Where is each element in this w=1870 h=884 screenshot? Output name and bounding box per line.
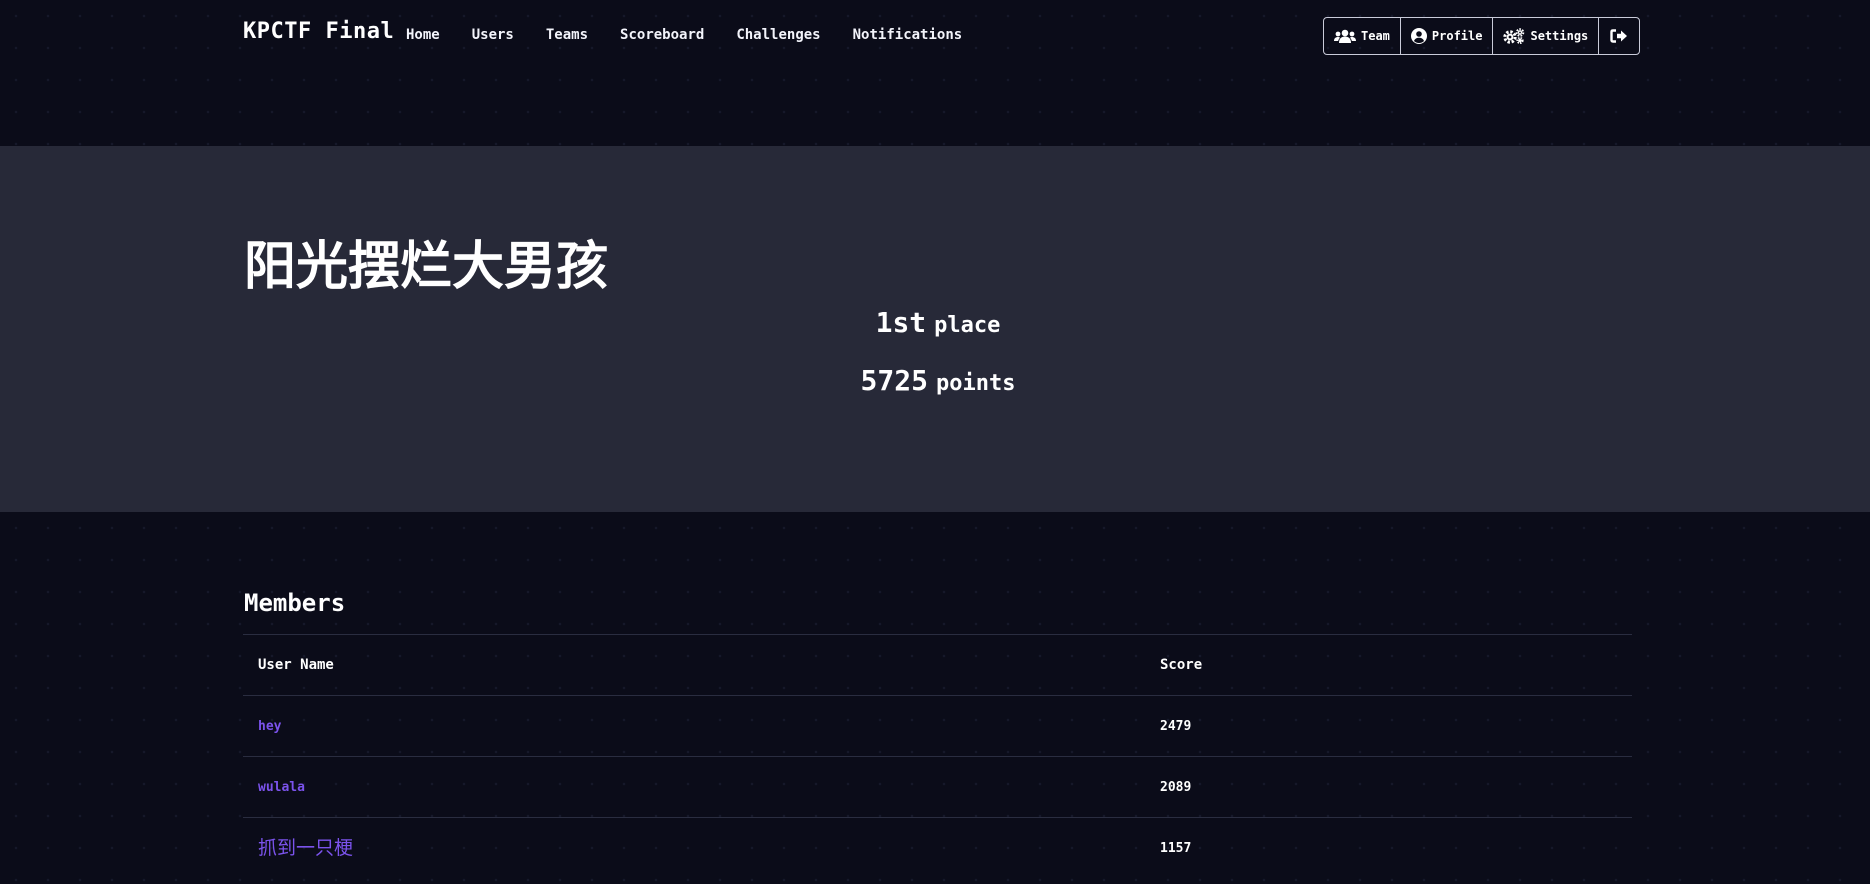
table-header-row: User Name Score bbox=[243, 634, 1632, 695]
settings-button-label: Settings bbox=[1530, 29, 1589, 43]
logout-button[interactable] bbox=[1599, 18, 1639, 54]
member-score: 2479 bbox=[1160, 719, 1192, 734]
place-unit: place bbox=[934, 313, 1001, 338]
member-name-cell: wulala bbox=[258, 757, 305, 818]
cogs-icon bbox=[1503, 28, 1525, 44]
navbar: KPCTF Final Home Users Teams Scoreboard … bbox=[0, 0, 1870, 72]
nav-link-challenges[interactable]: Challenges bbox=[736, 27, 820, 43]
sign-out-icon bbox=[1610, 29, 1628, 43]
team-place: 1st place bbox=[0, 306, 1870, 339]
member-link[interactable]: hey bbox=[258, 719, 281, 734]
nav-link-users[interactable]: Users bbox=[472, 27, 514, 43]
nav-link-teams[interactable]: Teams bbox=[546, 27, 588, 43]
column-header-score: Score bbox=[1160, 657, 1203, 673]
nav-link-home[interactable]: Home bbox=[406, 27, 440, 43]
team-points: 5725 points bbox=[0, 364, 1870, 397]
member-link[interactable]: wulala bbox=[258, 780, 305, 795]
member-link[interactable]: 抓到一只梗 bbox=[258, 837, 353, 859]
settings-button[interactable]: Settings bbox=[1493, 18, 1600, 54]
nav-link-scoreboard[interactable]: Scoreboard bbox=[620, 27, 704, 43]
user-button-group: Team Profile Settings bbox=[1323, 17, 1641, 55]
team-button[interactable]: Team bbox=[1324, 18, 1401, 54]
points-unit: points bbox=[935, 371, 1016, 396]
users-icon bbox=[1334, 29, 1356, 43]
profile-button[interactable]: Profile bbox=[1401, 18, 1494, 54]
place-number: 1st bbox=[875, 306, 927, 339]
nav-link-notifications[interactable]: Notifications bbox=[853, 27, 963, 43]
member-name-cell: hey bbox=[258, 696, 281, 757]
table-row: wulala 2089 bbox=[243, 756, 1632, 817]
table-row: 抓到一只梗 1157 bbox=[243, 817, 1632, 878]
user-circle-icon bbox=[1410, 28, 1427, 44]
table-row: hey 2479 bbox=[243, 695, 1632, 756]
nav-links: Home Users Teams Scoreboard Challenges N… bbox=[406, 27, 994, 43]
profile-button-label: Profile bbox=[1431, 29, 1483, 43]
team-header: 阳光摆烂大男孩 1st place 5725 points bbox=[0, 146, 1870, 512]
team-name: 阳光摆烂大男孩 bbox=[244, 236, 609, 297]
brand-logo[interactable]: KPCTF Final bbox=[243, 19, 394, 44]
points-number: 5725 bbox=[860, 364, 928, 397]
column-header-username: User Name bbox=[258, 657, 334, 673]
member-score: 2089 bbox=[1160, 780, 1192, 795]
members-heading: Members bbox=[244, 589, 346, 617]
member-score: 1157 bbox=[1160, 841, 1192, 856]
member-name-cell: 抓到一只梗 bbox=[258, 818, 353, 879]
team-button-label: Team bbox=[1361, 29, 1390, 43]
members-table: User Name Score hey 2479 wulala 2089 抓到一… bbox=[243, 634, 1632, 878]
